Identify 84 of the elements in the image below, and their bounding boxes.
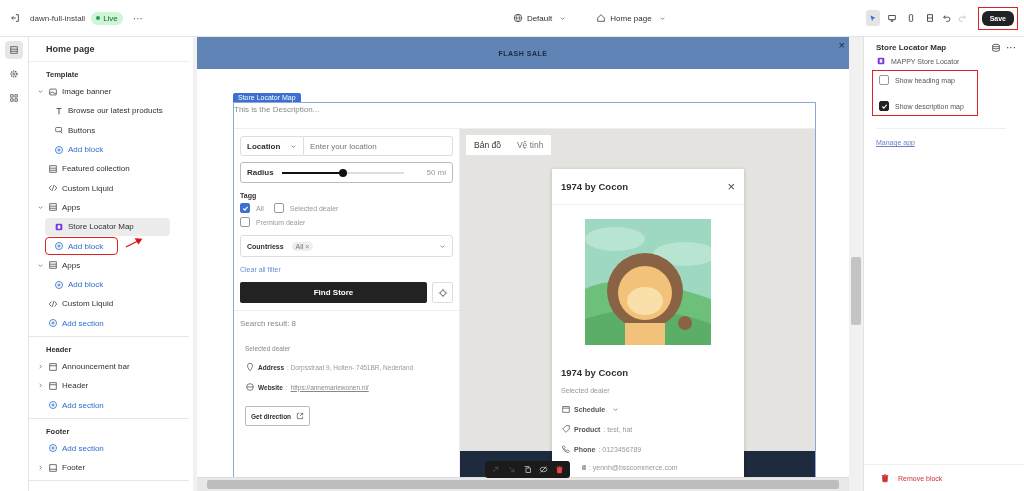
radius-value: 50 mi (425, 168, 446, 177)
more-button[interactable]: ··· (132, 12, 143, 24)
location-input[interactable]: Enter your location (304, 136, 453, 156)
annotation-arrow (125, 237, 143, 249)
undo-icon[interactable] (941, 13, 952, 23)
location-pin-icon (245, 362, 255, 372)
app-icon (876, 56, 886, 66)
chevron-icon[interactable] (37, 382, 44, 390)
phone-icon (561, 444, 571, 454)
sidebar-item[interactable]: Apps (45, 256, 87, 275)
trash-icon (880, 473, 890, 483)
caret-icon (559, 14, 567, 22)
horizontal-scrollbar[interactable] (197, 477, 849, 491)
radius-label: Radius (247, 168, 274, 177)
caret-icon (290, 142, 297, 150)
caret-icon (658, 14, 666, 22)
checkbox[interactable] (240, 217, 250, 227)
page-selector[interactable]: Home page (596, 13, 666, 23)
theme-selector[interactable]: Default (512, 13, 567, 23)
sidebar-item[interactable]: Browse our latest products (45, 101, 169, 120)
checkbox[interactable] (879, 75, 889, 85)
app-icon (54, 221, 64, 232)
sidebar-item[interactable]: Custom Liquid (45, 294, 120, 313)
caret-icon (612, 405, 620, 413)
sections-nav-button[interactable] (5, 41, 23, 59)
sidebar-item[interactable]: Buttons (45, 121, 102, 140)
calendar-icon (561, 404, 571, 414)
checkbox[interactable] (879, 101, 889, 111)
store-name: dawn-full-install (30, 13, 86, 23)
add-link[interactable]: Add section (45, 439, 110, 458)
result-count: Search result: 8 (240, 319, 298, 328)
sidebar-item[interactable]: Store Locator Map (45, 217, 170, 236)
settings-title: Store Locator Map (876, 43, 948, 52)
sidebar-item[interactable]: Announcement bar (45, 357, 136, 376)
chevron-icon[interactable] (37, 464, 44, 472)
location-select[interactable]: Location (240, 136, 304, 156)
sections-icon (9, 45, 19, 55)
hide-icon[interactable] (539, 465, 548, 474)
more-button[interactable]: ··· (1006, 42, 1016, 53)
sidebar-item[interactable]: Custom Liquid (45, 179, 120, 198)
home-icon (596, 13, 607, 23)
arrow-down-right-icon[interactable] (507, 465, 516, 474)
add-link[interactable]: Add section (45, 396, 110, 415)
tag-icon (561, 424, 571, 434)
external-link-icon (296, 412, 305, 420)
popup-title: 1974 by Cocon (561, 181, 629, 192)
delete-icon[interactable] (555, 465, 564, 474)
chevron-icon[interactable] (37, 261, 44, 269)
sidebar-item[interactable]: Featured collection (45, 159, 136, 178)
desktop-icon (886, 13, 897, 23)
add-link[interactable]: Add block (45, 237, 119, 255)
store-locator-block[interactable] (233, 102, 816, 477)
globe-icon (512, 13, 523, 23)
store-name: 1974 by Cocon (560, 366, 630, 378)
radius-slider[interactable] (281, 171, 404, 174)
caret-icon (439, 242, 446, 250)
split-view-icon (924, 13, 935, 23)
find-store-button[interactable]: Find Store (240, 282, 427, 303)
add-link[interactable]: Add section (45, 314, 110, 333)
chevron-icon[interactable] (37, 88, 44, 96)
globe-icon (245, 382, 255, 392)
duplicate-icon[interactable] (523, 465, 532, 474)
chevron-icon[interactable] (37, 203, 44, 211)
arrow-up-right-icon[interactable] (491, 465, 500, 474)
close-button[interactable]: × (727, 179, 735, 194)
add-link[interactable]: Add block (45, 140, 110, 159)
checkbox[interactable] (273, 203, 284, 213)
apps-icon (9, 93, 19, 103)
crosshair-icon (437, 287, 448, 298)
sidebar-item[interactable]: Image banner (45, 82, 118, 101)
sidebar-item[interactable]: Footer (45, 458, 92, 477)
live-badge: Live (91, 11, 123, 25)
checkbox[interactable] (240, 203, 250, 213)
chevron-icon[interactable] (37, 363, 44, 370)
add-link[interactable]: Add block (45, 275, 110, 294)
database-icon[interactable] (991, 42, 1001, 53)
sidebar-item[interactable]: Apps (45, 198, 87, 217)
settings-icon (9, 69, 19, 79)
close-button[interactable]: × (838, 39, 845, 51)
sidebar-item[interactable]: Header (45, 376, 95, 395)
locate-button[interactable] (432, 282, 453, 303)
sidebar-title: Home page (29, 37, 189, 62)
select-view-button[interactable] (865, 10, 880, 26)
exit-icon[interactable] (10, 13, 20, 23)
